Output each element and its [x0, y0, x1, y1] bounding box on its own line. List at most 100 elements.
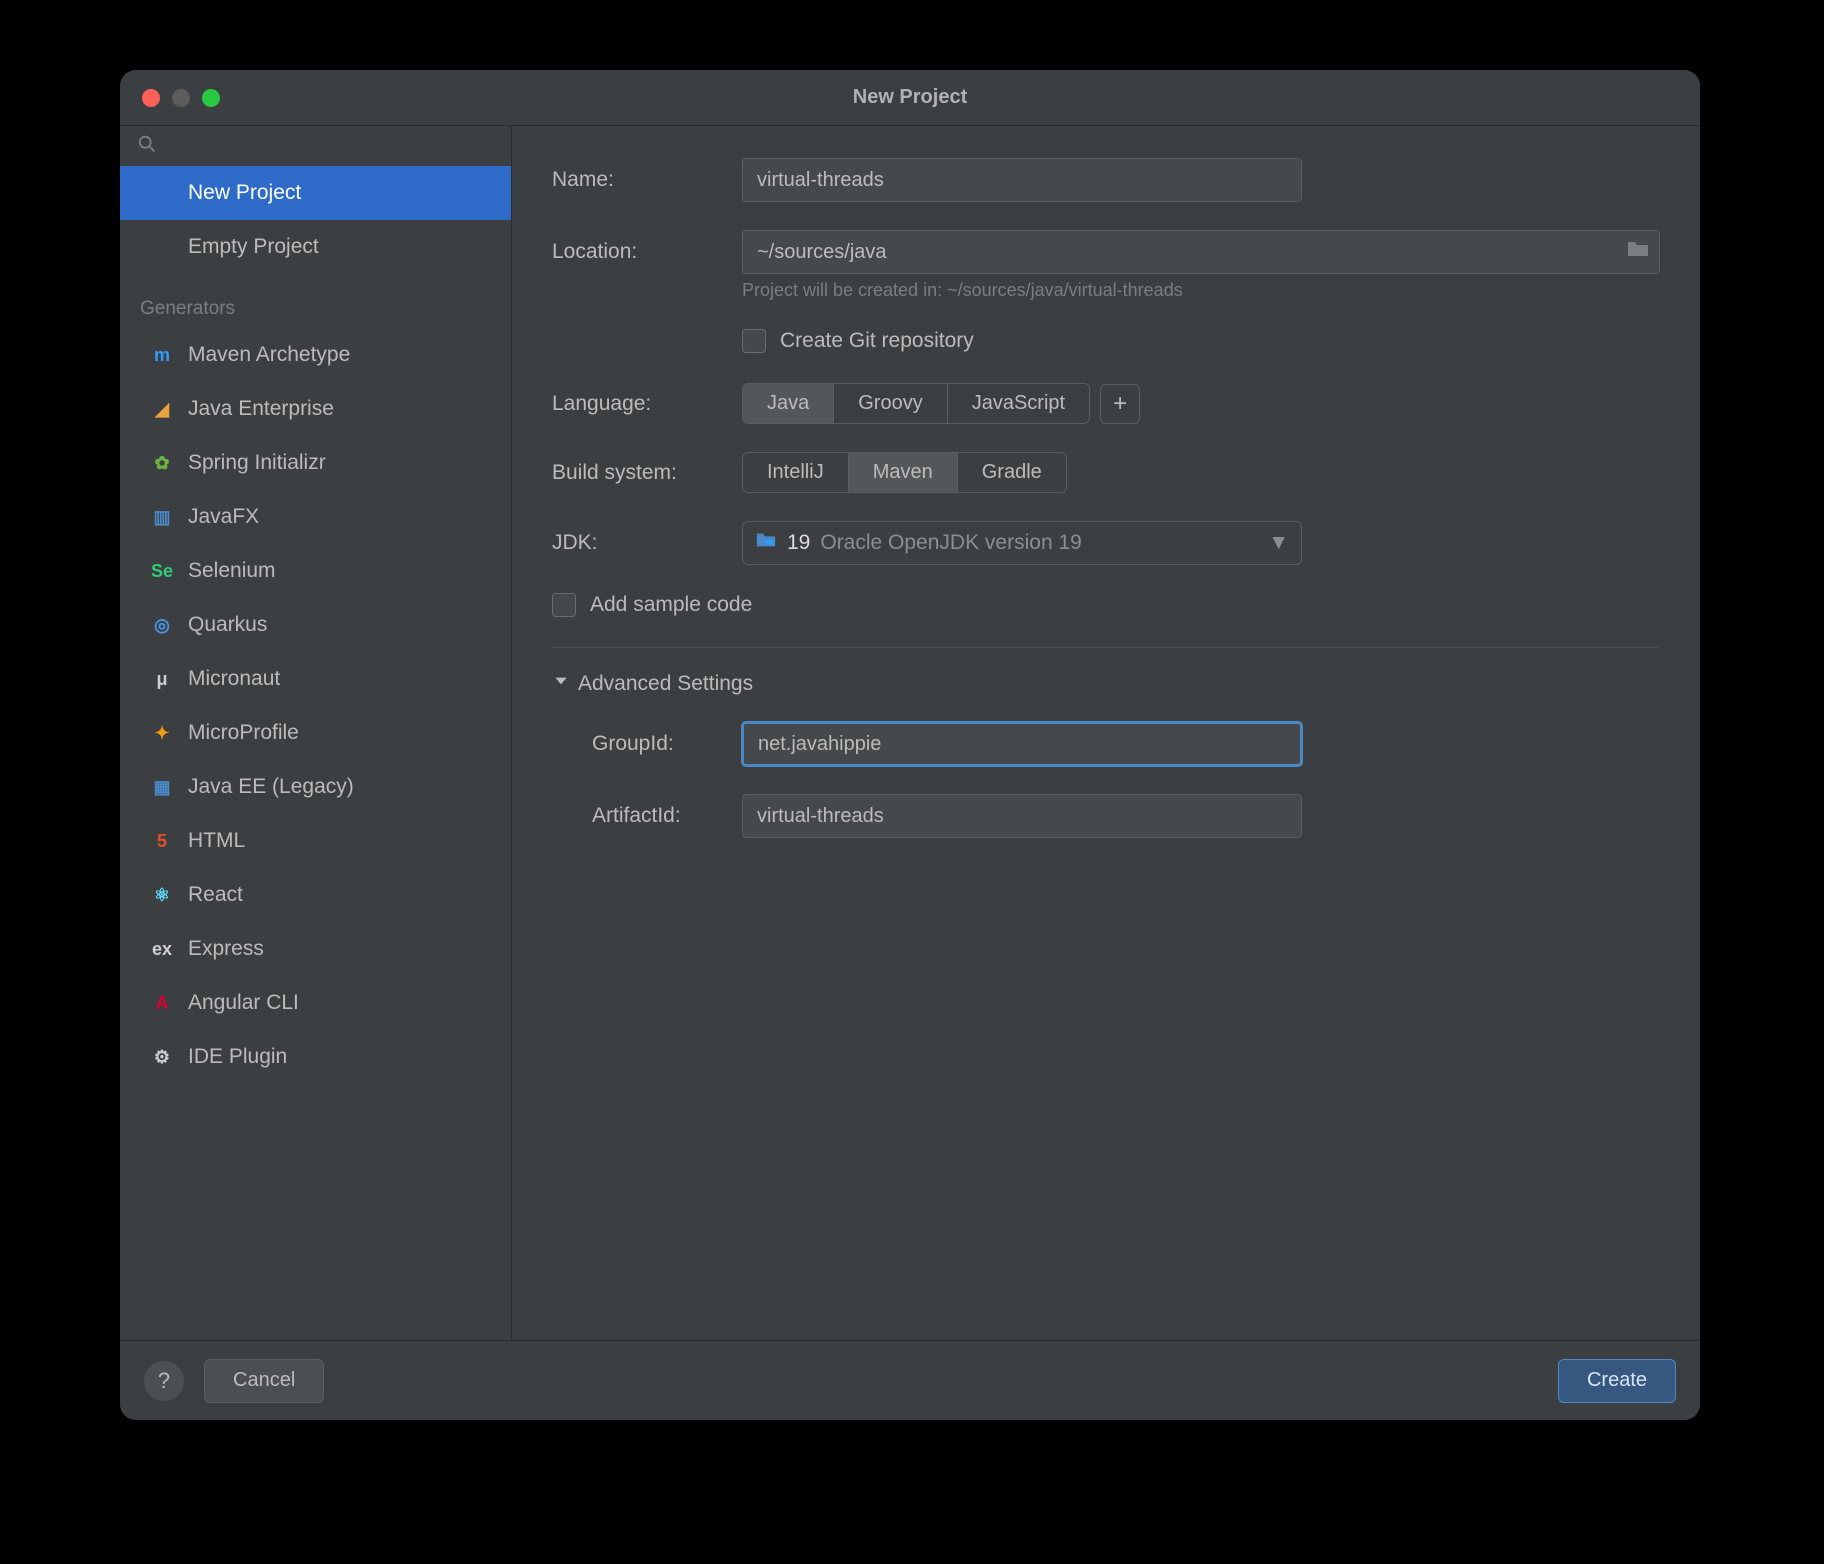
- jdk-folder-icon: [755, 529, 777, 557]
- add-language-button[interactable]: +: [1100, 384, 1140, 424]
- generators-header: Generators: [120, 274, 511, 328]
- sidebar-item-micronaut[interactable]: μ Micronaut: [120, 652, 511, 706]
- jdk-label: JDK:: [552, 531, 742, 555]
- java-enterprise-icon: ◢: [150, 397, 174, 421]
- quarkus-icon: ◎: [150, 613, 174, 637]
- jdk-version: 19: [787, 531, 810, 555]
- jdk-combobox[interactable]: 19 Oracle OpenJDK version 19 ▼: [742, 521, 1302, 565]
- groupid-input[interactable]: [742, 722, 1302, 766]
- sidebar-item-selenium[interactable]: Se Selenium: [120, 544, 511, 598]
- sidebar-search[interactable]: [120, 126, 511, 166]
- sidebar-item-ide-plugin[interactable]: ⚙ IDE Plugin: [120, 1030, 511, 1084]
- html-icon: 5: [150, 829, 174, 853]
- sidebar: New Project Empty Project Generators mMav…: [120, 126, 512, 1340]
- sidebar-item-html[interactable]: 5 HTML: [120, 814, 511, 868]
- sidebar-item-label: New Project: [188, 181, 301, 205]
- sidebar-item-spring-initializr[interactable]: ✿ Spring Initializr: [120, 436, 511, 490]
- help-icon: ?: [158, 1368, 170, 1394]
- sidebar-item-label: MicroProfile: [188, 721, 299, 745]
- divider: [552, 647, 1660, 648]
- plus-icon: +: [1113, 390, 1127, 418]
- advanced-settings-label: Advanced Settings: [578, 672, 753, 696]
- sidebar-item-label: Micronaut: [188, 667, 280, 691]
- git-checkbox-label: Create Git repository: [780, 329, 974, 353]
- sidebar-item-label: Java Enterprise: [188, 397, 334, 421]
- sidebar-item-javafx[interactable]: ▥JavaFX: [120, 490, 511, 544]
- name-input[interactable]: [742, 158, 1302, 202]
- sidebar-item-new-project[interactable]: New Project: [120, 166, 511, 220]
- selenium-icon: Se: [150, 559, 174, 583]
- language-option-javascript[interactable]: JavaScript: [948, 384, 1089, 423]
- sample-code-checkbox[interactable]: [552, 593, 576, 617]
- cancel-button[interactable]: Cancel: [204, 1359, 324, 1403]
- sidebar-item-microprofile[interactable]: ✦ MicroProfile: [120, 706, 511, 760]
- build-label: Build system:: [552, 461, 742, 485]
- java-ee-legacy--icon: ▦: [150, 775, 174, 799]
- folder-icon: [1626, 241, 1650, 264]
- titlebar: New Project: [120, 70, 1700, 126]
- name-label: Name:: [552, 168, 742, 192]
- sidebar-item-angular-cli[interactable]: AAngular CLI: [120, 976, 511, 1030]
- sidebar-item-java-ee-legacy-[interactable]: ▦ Java EE (Legacy): [120, 760, 511, 814]
- language-segmented: JavaGroovyJavaScript: [742, 383, 1090, 424]
- groupid-label: GroupId:: [592, 732, 742, 756]
- sidebar-item-label: Quarkus: [188, 613, 267, 637]
- footer: ? Cancel Create: [120, 1340, 1700, 1420]
- chevron-down-icon: ▼: [1268, 531, 1289, 555]
- sidebar-item-label: Maven Archetype: [188, 343, 350, 367]
- sidebar-item-label: Spring Initializr: [188, 451, 326, 475]
- language-option-groovy[interactable]: Groovy: [834, 384, 947, 423]
- location-input[interactable]: [742, 230, 1660, 274]
- build-option-gradle[interactable]: Gradle: [958, 453, 1066, 492]
- location-hint: Project will be created in: ~/sources/ja…: [742, 280, 1660, 301]
- micronaut-icon: μ: [150, 667, 174, 691]
- window-title: New Project: [120, 86, 1700, 109]
- spring-initializr-icon: ✿: [150, 451, 174, 475]
- create-button-label: Create: [1587, 1369, 1647, 1392]
- build-segmented: IntelliJMavenGradle: [742, 452, 1067, 493]
- location-label: Location:: [552, 240, 742, 264]
- sidebar-item-label: Express: [188, 937, 264, 961]
- minimize-window-button[interactable]: [172, 89, 190, 107]
- new-project-dialog: New Project New Project Empty Project Gen…: [120, 70, 1700, 1420]
- git-checkbox[interactable]: [742, 329, 766, 353]
- sidebar-item-label: Empty Project: [188, 235, 319, 259]
- sidebar-item-label: Java EE (Legacy): [188, 775, 354, 799]
- language-label: Language:: [552, 392, 742, 416]
- jdk-description: Oracle OpenJDK version 19: [820, 531, 1081, 555]
- sidebar-item-label: JavaFX: [188, 505, 259, 529]
- sidebar-item-quarkus[interactable]: ◎ Quarkus: [120, 598, 511, 652]
- browse-folder-button[interactable]: [1626, 239, 1650, 265]
- sidebar-item-label: React: [188, 883, 243, 907]
- sidebar-item-label: IDE Plugin: [188, 1045, 287, 1069]
- language-option-java[interactable]: Java: [743, 384, 834, 423]
- blank-icon: [150, 181, 174, 205]
- help-button[interactable]: ?: [144, 1361, 184, 1401]
- chevron-down-icon: [552, 672, 570, 696]
- microprofile-icon: ✦: [150, 721, 174, 745]
- ide-plugin-icon: ⚙: [150, 1045, 174, 1069]
- close-window-button[interactable]: [142, 89, 160, 107]
- sidebar-item-maven-archetype[interactable]: mMaven Archetype: [120, 328, 511, 382]
- maximize-window-button[interactable]: [202, 89, 220, 107]
- sample-code-label: Add sample code: [590, 593, 752, 617]
- advanced-settings-toggle[interactable]: Advanced Settings: [552, 672, 1660, 696]
- build-option-intellij[interactable]: IntelliJ: [743, 453, 849, 492]
- artifactid-label: ArtifactId:: [592, 804, 742, 828]
- form-panel: Name: Location: Project will be created …: [512, 126, 1700, 1340]
- create-button[interactable]: Create: [1558, 1359, 1676, 1403]
- sidebar-item-express[interactable]: ex Express: [120, 922, 511, 976]
- sidebar-item-label: Selenium: [188, 559, 276, 583]
- angular-cli-icon: A: [150, 991, 174, 1015]
- sidebar-item-java-enterprise[interactable]: ◢ Java Enterprise: [120, 382, 511, 436]
- sidebar-item-empty-project[interactable]: Empty Project: [120, 220, 511, 274]
- sidebar-item-label: HTML: [188, 829, 245, 853]
- sidebar-item-react[interactable]: ⚛ React: [120, 868, 511, 922]
- artifactid-input[interactable]: [742, 794, 1302, 838]
- cancel-button-label: Cancel: [233, 1369, 295, 1392]
- search-icon: [136, 133, 158, 160]
- express-icon: ex: [150, 937, 174, 961]
- build-option-maven[interactable]: Maven: [849, 453, 958, 492]
- react-icon: ⚛: [150, 883, 174, 907]
- dialog-body: New Project Empty Project Generators mMav…: [120, 126, 1700, 1340]
